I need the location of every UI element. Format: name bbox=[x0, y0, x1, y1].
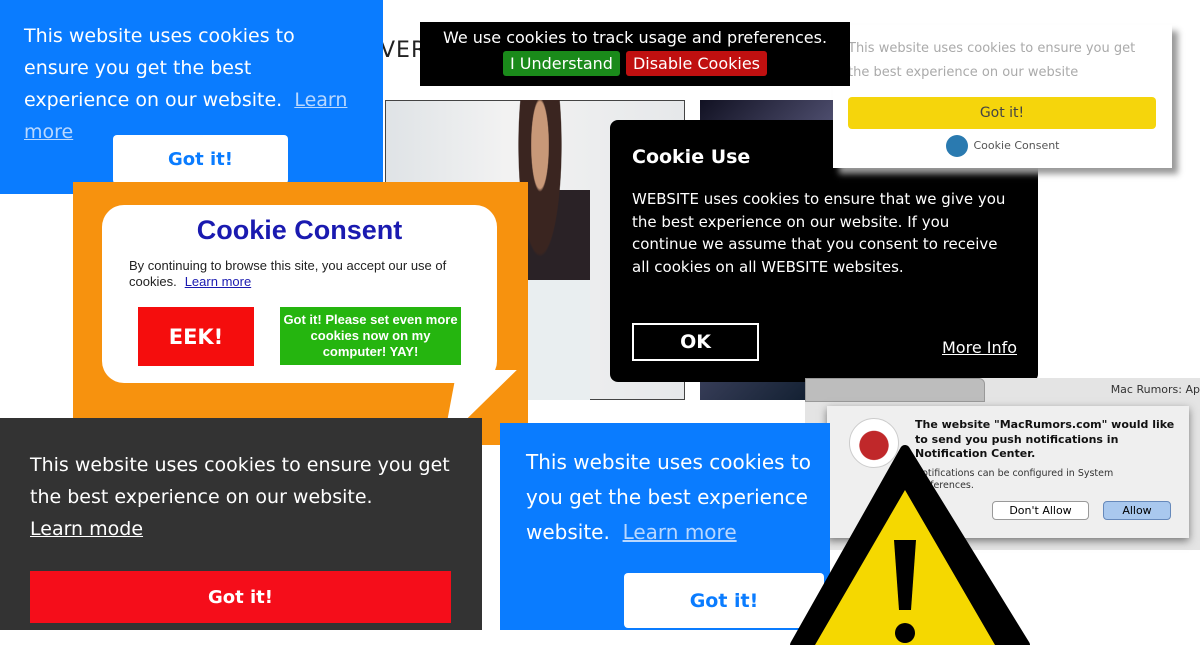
warning-triangle-icon bbox=[790, 445, 1030, 645]
cookie-consent-bubble: Cookie Consent By continuing to browse t… bbox=[102, 205, 497, 383]
window-title: Mac Rumors: Ap bbox=[1110, 383, 1200, 396]
banner-text: This website uses cookies to ensure you … bbox=[30, 454, 450, 508]
more-info-link[interactable]: More Info bbox=[942, 338, 1017, 357]
browser-tab[interactable] bbox=[805, 378, 985, 402]
banner-text-line: you get the best experience bbox=[526, 485, 808, 509]
bar-text: We use cookies to track usage and prefer… bbox=[442, 28, 828, 47]
cookie-bar-black: We use cookies to track usage and prefer… bbox=[420, 22, 850, 86]
disable-cookies-button[interactable]: Disable Cookies bbox=[625, 51, 768, 76]
banner-text-line: website. bbox=[526, 520, 610, 544]
cookie-banner-blue-top: This website uses cookies to ensure you … bbox=[0, 0, 383, 194]
banner-text: This website uses cookies to ensure you … bbox=[24, 25, 295, 111]
got-it-button[interactable]: Got it! bbox=[848, 97, 1156, 129]
bubble-title: Cookie Consent bbox=[196, 215, 403, 245]
cookie-banner-dark: This website uses cookies to ensure you … bbox=[0, 418, 482, 630]
cookie-consent-logo-icon bbox=[945, 135, 968, 157]
eek-button[interactable]: EEK! bbox=[138, 307, 254, 366]
learn-more-link[interactable]: Learn more bbox=[185, 274, 251, 289]
got-it-button[interactable]: Got it! bbox=[30, 571, 451, 623]
banner-text-line: This website uses cookies to bbox=[526, 450, 812, 474]
bubble-text-body: By continuing to browse this site, you a… bbox=[129, 258, 447, 289]
got-it-button[interactable]: Got it! bbox=[113, 135, 288, 184]
ok-button[interactable]: OK bbox=[632, 323, 759, 361]
i-understand-button[interactable]: I Understand bbox=[502, 51, 620, 76]
cookie-banner-white: This website uses cookies to ensure you … bbox=[833, 25, 1172, 168]
bubble-text: By continuing to browse this site, you a… bbox=[129, 258, 470, 290]
brand-label: Cookie Consent bbox=[973, 139, 1060, 152]
banner-text: This website uses cookies to ensure you … bbox=[848, 41, 1136, 80]
allow-button[interactable]: Allow bbox=[1103, 501, 1171, 520]
learn-more-link[interactable]: Learn more bbox=[623, 520, 737, 544]
cookie-use-body: WEBSITE uses cookies to ensure that we g… bbox=[632, 190, 1006, 276]
learn-mode-link[interactable]: Learn mode bbox=[30, 518, 143, 540]
cookie-consent-brand: Cookie Consent bbox=[848, 134, 1157, 158]
yay-button[interactable]: Got it! Please set even more cookies now… bbox=[280, 307, 461, 365]
cookie-banner-blue-bottom: This website uses cookies to you get the… bbox=[500, 423, 830, 630]
